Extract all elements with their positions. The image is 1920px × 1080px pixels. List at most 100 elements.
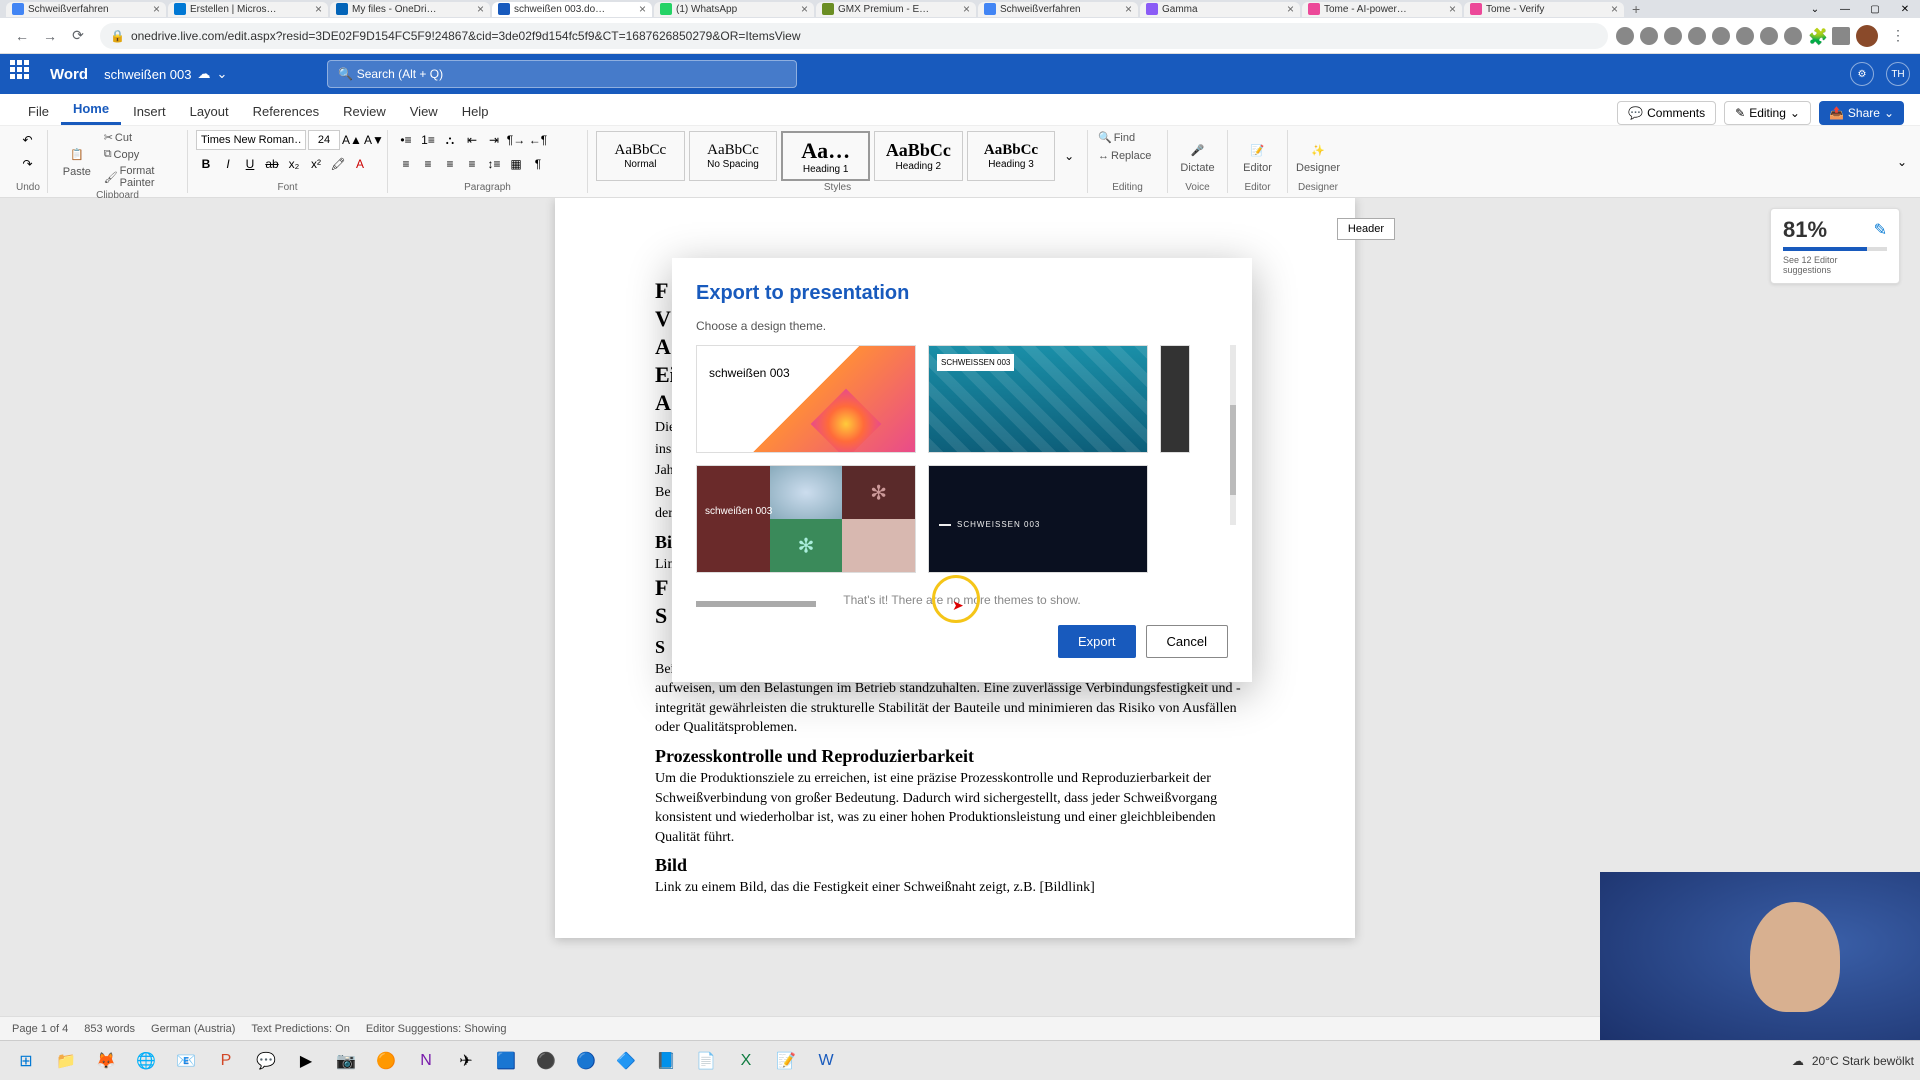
start-button[interactable]: ⊞ [10,1045,42,1077]
close-icon[interactable]: × [801,2,808,16]
document-title[interactable]: schweißen 003☁⌄ [104,66,227,82]
chevron-down-icon[interactable]: ⌄ [1800,0,1830,18]
minimize-icon[interactable]: — [1830,0,1860,18]
comments-button[interactable]: 💬 Comments [1617,101,1716,125]
extension-icon[interactable] [1832,27,1850,45]
tab-8[interactable]: Tome - AI-power…× [1302,2,1462,17]
tab-0[interactable]: Schweißverfahren× [6,2,166,17]
bullets-button[interactable]: •≡ [396,130,416,150]
theme-option-2[interactable]: SCHWEISSEN 003 [928,345,1148,453]
style-no-spacing[interactable]: AaBbCcNo Spacing [689,131,778,181]
format-painter-button[interactable]: 🖌 Format Painter [102,164,179,190]
outlook-icon[interactable]: 📧 [170,1045,202,1077]
extension-icon[interactable] [1760,27,1778,45]
extension-icon[interactable] [1616,27,1634,45]
app-icon[interactable]: 🟠 [370,1045,402,1077]
themes-scrollbar[interactable] [1230,345,1236,525]
style-heading-2[interactable]: AaBbCcHeading 2 [874,131,963,181]
tab-review[interactable]: Review [331,98,398,125]
close-icon[interactable]: × [963,2,970,16]
tab-6[interactable]: Schweißverfahren× [978,2,1138,17]
close-icon[interactable]: ✕ [1890,0,1920,18]
profile-avatar[interactable] [1856,25,1878,47]
url-bar[interactable]: 🔒 onedrive.live.com/edit.aspx?resid=3DE0… [100,23,1608,49]
tab-7[interactable]: Gamma× [1140,2,1300,17]
close-icon[interactable]: × [315,2,322,16]
align-left-button[interactable]: ≡ [396,154,416,174]
highlight-button[interactable]: 🖍 [328,154,348,174]
menu-icon[interactable]: ⋮ [1886,24,1910,48]
font-name-select[interactable] [196,130,306,150]
dictate-button[interactable]: 🎤Dictate [1176,138,1219,174]
editing-button[interactable]: ✎ Editing ⌄ [1724,101,1811,125]
close-icon[interactable]: × [1125,2,1132,16]
app-icon[interactable]: 📄 [690,1045,722,1077]
tab-help[interactable]: Help [450,98,501,125]
forward-button[interactable]: → [38,24,62,48]
tab-view[interactable]: View [398,98,450,125]
strike-button[interactable]: ab [262,154,282,174]
vlc-icon[interactable]: ▶ [290,1045,322,1077]
bold-button[interactable]: B [196,154,216,174]
gear-icon[interactable]: ⚙ [1850,62,1874,86]
maximize-icon[interactable]: ▢ [1860,0,1890,18]
tab-5[interactable]: GMX Premium - E…× [816,2,976,17]
multilevel-button[interactable]: ⛬ [440,130,460,150]
superscript-button[interactable]: x² [306,154,326,174]
italic-button[interactable]: I [218,154,238,174]
numbering-button[interactable]: 1≡ [418,130,438,150]
indent-button[interactable]: ⇥ [484,130,504,150]
close-icon[interactable]: × [1287,2,1294,16]
powerpoint-icon[interactable]: P [210,1045,242,1077]
app-icon[interactable]: 🟦 [490,1045,522,1077]
app-icon[interactable]: 📘 [650,1045,682,1077]
cancel-button[interactable]: Cancel [1146,625,1228,658]
extension-icon[interactable] [1712,27,1730,45]
onenote-icon[interactable]: N [410,1045,442,1077]
firefox-icon[interactable]: 🦊 [90,1045,122,1077]
align-center-button[interactable]: ≡ [418,154,438,174]
extension-icon[interactable] [1664,27,1682,45]
export-button[interactable]: Export [1058,625,1136,658]
align-right-button[interactable]: ≡ [440,154,460,174]
tab-home[interactable]: Home [61,95,121,125]
styles-expand-icon[interactable]: ⌄ [1059,146,1079,166]
show-marks-button[interactable]: ¶ [528,154,548,174]
back-button[interactable]: ← [10,24,34,48]
ltr-button[interactable]: ¶→ [506,130,526,150]
close-icon[interactable]: × [639,2,646,16]
underline-button[interactable]: U [240,154,260,174]
collapse-ribbon-icon[interactable]: ⌄ [1892,152,1912,172]
undo-button[interactable]: ↶ [18,130,38,150]
app-launcher-icon[interactable] [10,60,38,88]
close-icon[interactable]: × [1449,2,1456,16]
tab-1[interactable]: Erstellen | Micros…× [168,2,328,17]
weather-text[interactable]: 20°C Stark bewölkt [1812,1054,1914,1068]
replace-button[interactable]: ↔ Replace [1096,149,1153,163]
tab-references[interactable]: References [241,98,331,125]
extension-icon[interactable] [1736,27,1754,45]
extension-icon[interactable] [1688,27,1706,45]
search-input[interactable]: 🔍 Search (Alt + Q) [327,60,797,88]
chrome-icon[interactable]: 🌐 [130,1045,162,1077]
copy-button[interactable]: ⧉ Copy [102,147,179,162]
extension-icon[interactable] [1784,27,1802,45]
telegram-icon[interactable]: ✈ [450,1045,482,1077]
close-icon[interactable]: × [477,2,484,16]
tab-9[interactable]: Tome - Verify× [1464,2,1624,17]
font-size-select[interactable] [308,130,340,150]
paste-button[interactable]: 📋Paste [56,142,98,178]
tab-layout[interactable]: Layout [178,98,241,125]
tab-2[interactable]: My files - OneDri…× [330,2,490,17]
reload-button[interactable]: ⟳ [66,24,90,48]
justify-button[interactable]: ≡ [462,154,482,174]
app-icon[interactable]: 🔷 [610,1045,642,1077]
rtl-button[interactable]: ←¶ [528,130,548,150]
weather-icon[interactable]: ☁ [1792,1054,1804,1068]
notepad-icon[interactable]: 📝 [770,1045,802,1077]
redo-button[interactable]: ↷ [18,154,38,174]
style-normal[interactable]: AaBbCcNormal [596,131,685,181]
word-icon[interactable]: W [810,1045,842,1077]
theme-option-4[interactable]: SCHWEISSEN 003 [928,465,1148,573]
extension-icon[interactable] [1640,27,1658,45]
